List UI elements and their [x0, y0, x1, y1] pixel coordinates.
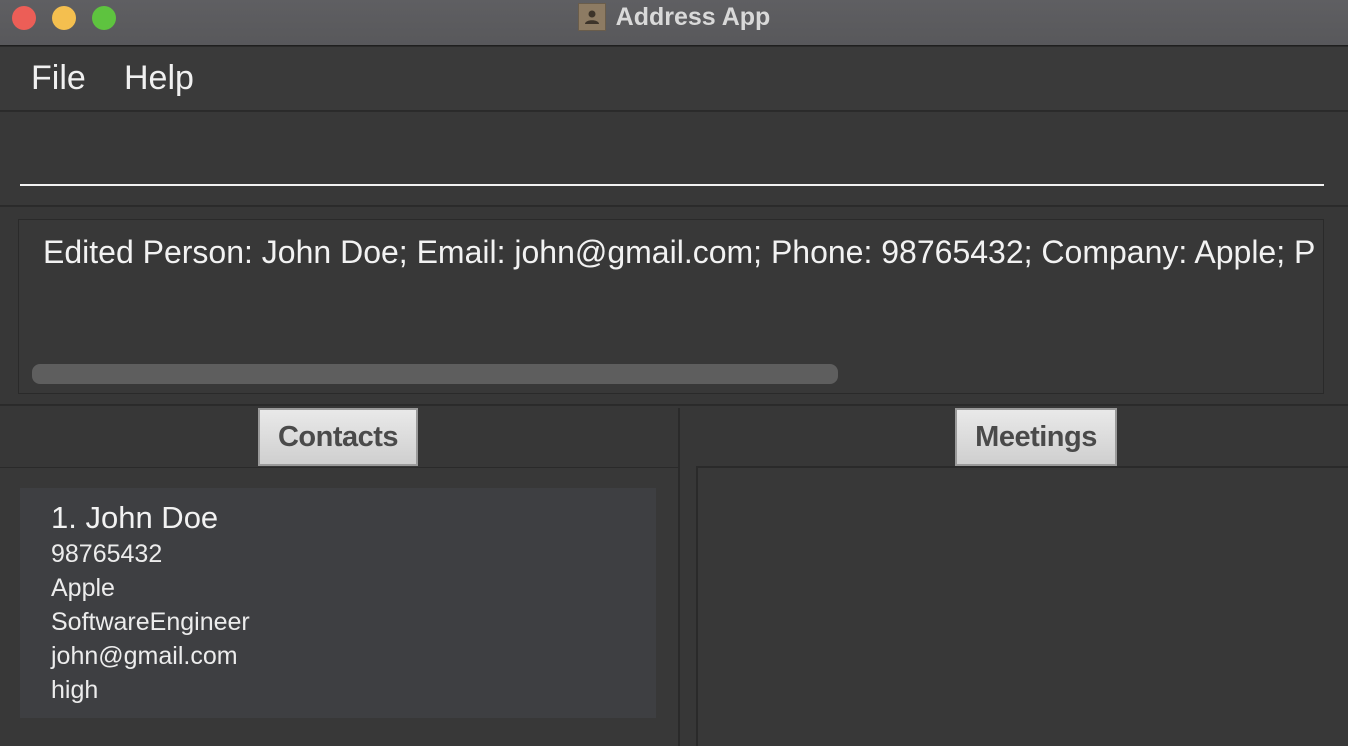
- title-bar: Address App: [0, 0, 1348, 46]
- contacts-tab-button[interactable]: Contacts: [258, 408, 418, 466]
- main-panels: Contacts Meetings 1. John Doe 98765432 A…: [0, 406, 1348, 746]
- result-message: Edited Person: John Doe; Email: john@gma…: [43, 234, 1316, 270]
- contact-role: SoftwareEngineer: [51, 608, 250, 636]
- contacts-header: Contacts: [0, 406, 678, 468]
- result-text-area[interactable]: Edited Person: John Doe; Email: john@gma…: [18, 219, 1324, 394]
- contact-name: 1. John Doe: [51, 500, 219, 535]
- meetings-list: [696, 466, 1348, 746]
- contact-priority: high: [51, 676, 99, 704]
- contact-email: john@gmail.com: [51, 642, 238, 670]
- address-book-icon: [577, 3, 606, 31]
- menu-help[interactable]: Help: [124, 59, 194, 98]
- contact-phone: 98765432: [51, 540, 163, 568]
- meetings-tab-button[interactable]: Meetings: [955, 408, 1117, 466]
- contact-company: Apple: [51, 574, 115, 602]
- window-title: Address App: [615, 2, 771, 31]
- menu-bar: File Help: [0, 47, 1348, 111]
- contact-card[interactable]: 1. John Doe 98765432 Apple SoftwareEngin…: [20, 488, 656, 718]
- result-horizontal-scrollbar[interactable]: [32, 364, 838, 384]
- command-input[interactable]: [20, 132, 1324, 186]
- result-display: Edited Person: John Doe; Email: john@gma…: [0, 207, 1348, 405]
- command-box: [0, 112, 1348, 206]
- window-title-group: Address App: [0, 2, 1348, 32]
- menu-file[interactable]: File: [31, 59, 86, 98]
- contacts-list: 1. John Doe 98765432 Apple SoftwareEngin…: [0, 468, 678, 746]
